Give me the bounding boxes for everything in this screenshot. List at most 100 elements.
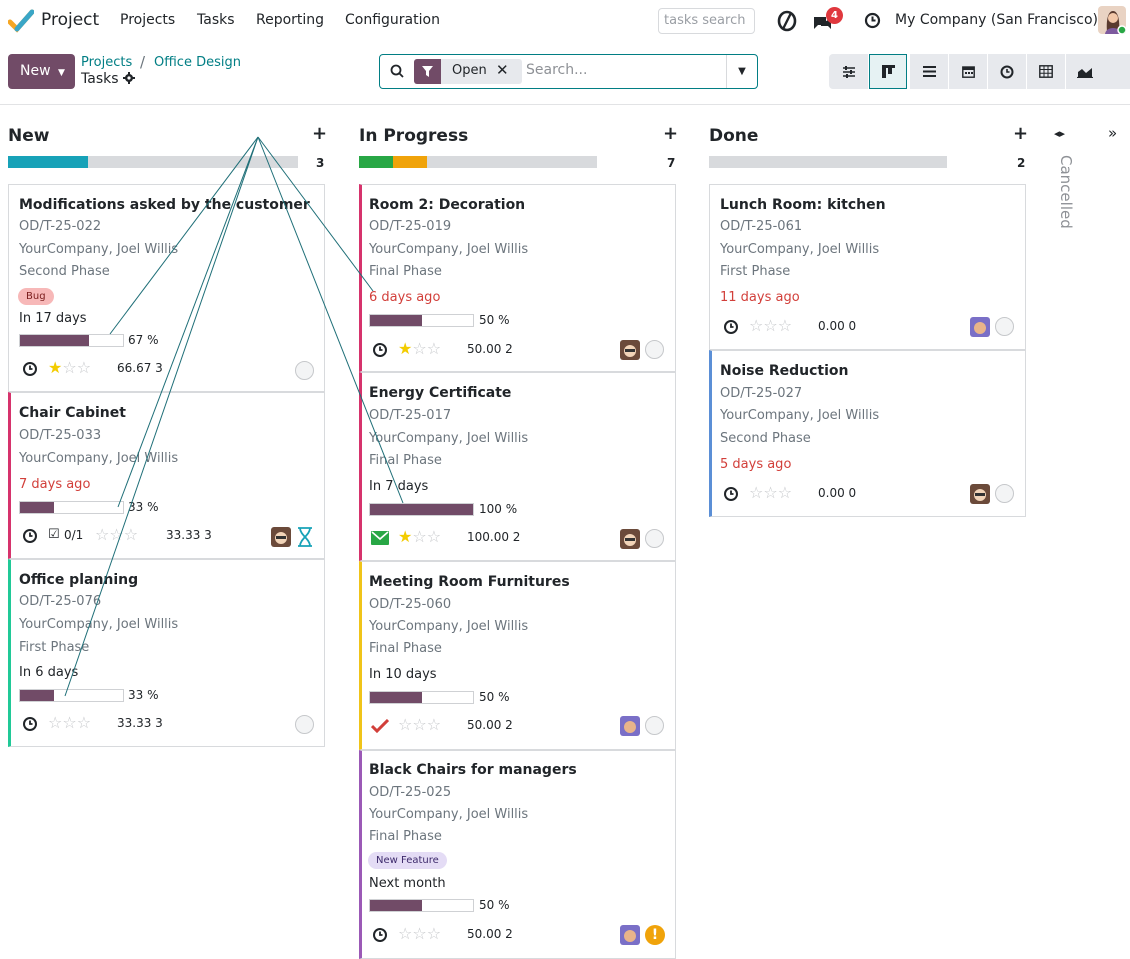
fold-column-icon[interactable]: ◂▸ xyxy=(1054,127,1065,140)
nav-search-input[interactable]: tasks search xyxy=(658,8,755,34)
star-empty-icon[interactable]: ☆ xyxy=(778,316,792,335)
subtask-checkbox-icon[interactable]: ☑ xyxy=(48,527,60,542)
column-progress-new[interactable] xyxy=(8,156,298,168)
filters-toggle-button[interactable] xyxy=(829,54,868,89)
add-task-in-progress-button[interactable]: + xyxy=(663,123,678,144)
envelope-icon[interactable] xyxy=(371,531,389,545)
priority-stars[interactable]: ☆☆☆ xyxy=(749,316,792,335)
activity-view-button[interactable] xyxy=(988,54,1026,89)
column-progress-in-progress[interactable] xyxy=(359,156,597,168)
menu-tasks[interactable]: Tasks xyxy=(197,12,235,28)
priority-stars[interactable]: ☆☆☆ xyxy=(398,924,441,943)
kanban-state-circle[interactable] xyxy=(645,529,664,548)
star-empty-icon[interactable]: ☆ xyxy=(749,483,763,502)
breadcrumb-office-design[interactable]: Office Design xyxy=(154,55,241,70)
user-avatar[interactable] xyxy=(1098,6,1126,34)
calendar-view-button[interactable] xyxy=(949,54,987,89)
assignee-avatar[interactable] xyxy=(620,716,640,736)
assignee-avatar[interactable] xyxy=(970,317,990,337)
add-task-done-button[interactable]: + xyxy=(1013,123,1028,144)
star-filled-icon[interactable]: ★ xyxy=(398,339,412,358)
graph-view-button[interactable] xyxy=(1066,54,1130,89)
task-deadline: 7 days ago xyxy=(19,477,91,492)
star-empty-icon[interactable]: ☆ xyxy=(62,713,76,732)
priority-stars[interactable]: ☆☆☆ xyxy=(95,525,138,544)
assignee-avatar[interactable] xyxy=(620,529,640,549)
menu-projects[interactable]: Projects xyxy=(120,12,175,28)
pivot-view-button[interactable] xyxy=(1027,54,1065,89)
activity-clock-icon[interactable] xyxy=(723,486,739,502)
gear-icon[interactable] xyxy=(122,72,135,84)
add-task-new-button[interactable]: + xyxy=(312,123,327,144)
priority-stars[interactable]: ☆☆☆ xyxy=(749,483,792,502)
star-empty-icon[interactable]: ☆ xyxy=(763,483,777,502)
column-title-done[interactable]: Done xyxy=(709,126,758,146)
star-empty-icon[interactable]: ☆ xyxy=(95,525,109,544)
star-empty-icon[interactable]: ☆ xyxy=(427,924,441,943)
star-filled-icon[interactable]: ★ xyxy=(398,527,412,546)
star-empty-icon[interactable]: ☆ xyxy=(427,339,441,358)
kanban-state-circle[interactable] xyxy=(295,715,314,734)
kanban-view-button[interactable] xyxy=(869,54,907,89)
star-empty-icon[interactable]: ☆ xyxy=(427,715,441,734)
kanban-state-circle[interactable] xyxy=(295,361,314,380)
odoo-bot-icon[interactable] xyxy=(775,9,799,33)
company-switcher[interactable]: My Company (San Francisco) xyxy=(895,12,1098,28)
menu-reporting[interactable]: Reporting xyxy=(256,12,324,28)
priority-stars[interactable]: ★☆☆ xyxy=(398,339,441,358)
activity-clock-icon[interactable] xyxy=(372,927,388,943)
column-title-new[interactable]: New xyxy=(8,126,49,146)
star-empty-icon[interactable]: ☆ xyxy=(398,924,412,943)
activity-clock-icon[interactable] xyxy=(22,361,38,377)
app-name[interactable]: Project xyxy=(41,10,99,30)
kanban-state-circle[interactable] xyxy=(995,317,1014,336)
hourglass-icon[interactable] xyxy=(296,527,314,547)
assignee-avatar[interactable] xyxy=(620,340,640,360)
star-empty-icon[interactable]: ☆ xyxy=(412,527,426,546)
activity-clock-icon[interactable] xyxy=(22,528,38,544)
assignee-avatar[interactable] xyxy=(970,484,990,504)
activity-clock-icon[interactable] xyxy=(372,342,388,358)
double-chevron-right-icon[interactable]: » xyxy=(1108,124,1117,142)
star-empty-icon[interactable]: ☆ xyxy=(778,483,792,502)
folded-column-cancelled[interactable]: Cancelled xyxy=(1057,155,1075,229)
new-button[interactable]: New ▼ xyxy=(8,54,75,89)
star-empty-icon[interactable]: ☆ xyxy=(427,527,441,546)
project-logo-icon[interactable] xyxy=(8,9,34,33)
column-progress-done[interactable] xyxy=(709,156,947,168)
star-empty-icon[interactable]: ☆ xyxy=(412,339,426,358)
checkmark-icon[interactable] xyxy=(371,719,389,733)
assignee-avatar[interactable] xyxy=(271,527,291,547)
star-empty-icon[interactable]: ☆ xyxy=(77,358,91,377)
warning-icon[interactable]: ! xyxy=(645,925,665,945)
star-empty-icon[interactable]: ☆ xyxy=(412,715,426,734)
kanban-state-circle[interactable] xyxy=(645,340,664,359)
activity-clock-icon[interactable] xyxy=(22,716,38,732)
close-icon[interactable]: ✕ xyxy=(496,61,509,79)
star-empty-icon[interactable]: ☆ xyxy=(62,358,76,377)
kanban-state-circle[interactable] xyxy=(645,716,664,735)
star-empty-icon[interactable]: ☆ xyxy=(109,525,123,544)
search-input[interactable]: Search... xyxy=(526,62,587,78)
menu-configuration[interactable]: Configuration xyxy=(345,12,440,28)
star-empty-icon[interactable]: ☆ xyxy=(48,713,62,732)
star-empty-icon[interactable]: ☆ xyxy=(749,316,763,335)
list-view-button[interactable] xyxy=(910,54,948,89)
priority-stars[interactable]: ☆☆☆ xyxy=(398,715,441,734)
star-empty-icon[interactable]: ☆ xyxy=(412,924,426,943)
star-empty-icon[interactable]: ☆ xyxy=(124,525,138,544)
star-empty-icon[interactable]: ☆ xyxy=(763,316,777,335)
priority-stars[interactable]: ☆☆☆ xyxy=(48,713,91,732)
priority-stars[interactable]: ★☆☆ xyxy=(398,527,441,546)
kanban-state-circle[interactable] xyxy=(995,484,1014,503)
star-filled-icon[interactable]: ★ xyxy=(48,358,62,377)
assignee-avatar[interactable] xyxy=(620,925,640,945)
column-title-in-progress[interactable]: In Progress xyxy=(359,126,468,146)
search-options-toggle[interactable]: ▼ xyxy=(726,55,757,88)
star-empty-icon[interactable]: ☆ xyxy=(398,715,412,734)
activity-clock-icon[interactable] xyxy=(864,12,881,29)
breadcrumb-projects[interactable]: Projects xyxy=(81,55,132,70)
star-empty-icon[interactable]: ☆ xyxy=(77,713,91,732)
priority-stars[interactable]: ★☆☆ xyxy=(48,358,91,377)
activity-clock-icon[interactable] xyxy=(723,319,739,335)
